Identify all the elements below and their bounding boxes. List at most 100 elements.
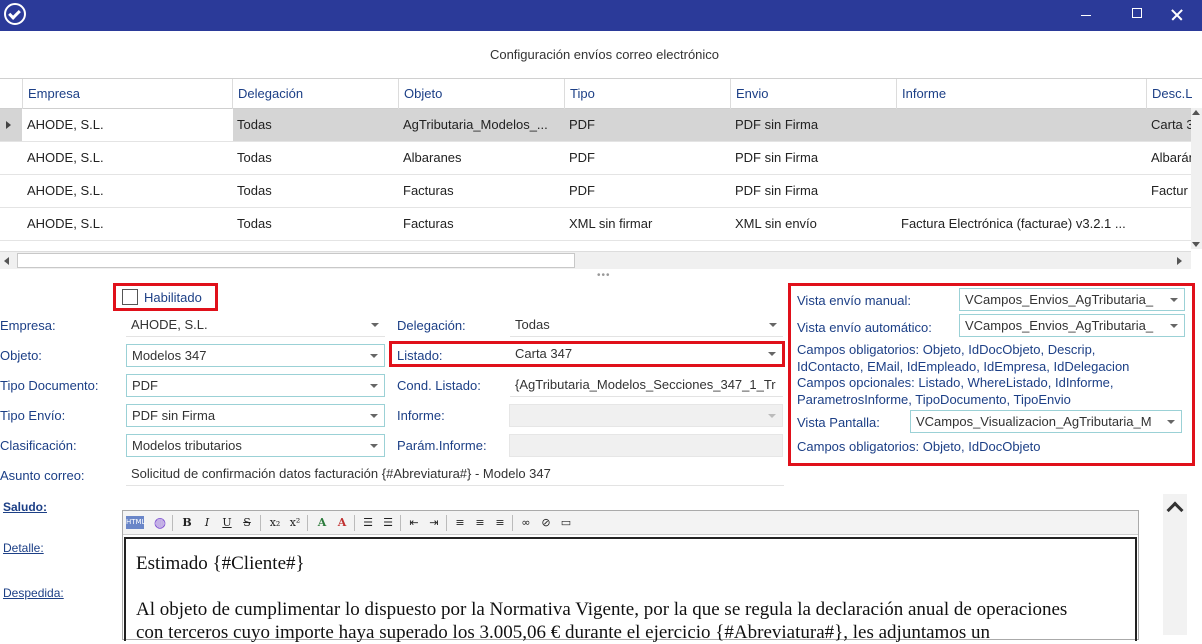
italic-icon[interactable]: I bbox=[198, 514, 216, 532]
column-header-empresa[interactable]: Empresa bbox=[22, 79, 233, 109]
vista-envio-automatico-value: VCampos_Envios_AgTributaria_ bbox=[965, 318, 1154, 333]
empresa-select[interactable]: AHODE, S.L. bbox=[126, 314, 385, 337]
close-button[interactable] bbox=[1156, 0, 1202, 31]
vista-envio-automatico-select[interactable]: VCampos_Envios_AgTributaria_ bbox=[959, 314, 1185, 337]
table-cell[interactable]: Todas bbox=[232, 175, 398, 207]
table-cell[interactable]: Todas bbox=[232, 142, 398, 174]
informe-select[interactable] bbox=[509, 404, 783, 427]
table-cell[interactable]: PDF bbox=[564, 175, 730, 207]
scroll-up-button[interactable] bbox=[1163, 494, 1187, 635]
delegacion-label: Delegación: bbox=[397, 318, 466, 333]
table-cell[interactable]: XML sin firmar bbox=[564, 208, 730, 240]
grid-horizontal-scrollbar[interactable] bbox=[0, 251, 1191, 269]
strikethrough-icon[interactable]: S bbox=[238, 514, 256, 532]
param-informe-field[interactable] bbox=[509, 434, 783, 457]
column-header-tipo[interactable]: Tipo bbox=[564, 79, 730, 109]
column-header-desc-listado[interactable]: Desc.Lis bbox=[1146, 79, 1192, 109]
unlink-icon[interactable]: ⊘ bbox=[537, 514, 555, 532]
table-cell[interactable]: AHODE, S.L. bbox=[22, 109, 233, 141]
listado-select[interactable]: Carta 347 bbox=[510, 344, 782, 364]
bold-icon[interactable]: B bbox=[178, 514, 196, 532]
table-cell[interactable]: AgTributaria_Modelos_... bbox=[398, 109, 564, 141]
rich-text-editor[interactable]: HTML ◍ B I U S x₂ x² A A ☰ ☰ ⇤ ⇥ ≡ ≡ ≡ ∞… bbox=[122, 510, 1139, 643]
table-cell[interactable]: Factur bbox=[1146, 175, 1192, 207]
delegacion-select[interactable]: Todas bbox=[510, 314, 783, 337]
unordered-list-icon[interactable]: ☰ bbox=[379, 514, 397, 532]
scroll-right-icon[interactable] bbox=[1177, 257, 1182, 265]
spellcheck-icon[interactable]: ◍ bbox=[151, 514, 169, 532]
table-cell[interactable]: Factura Electrónica (facturae) v3.2.1 ..… bbox=[896, 208, 1146, 240]
table-cell[interactable]: AHODE, S.L. bbox=[22, 142, 233, 174]
table-cell[interactable]: PDF bbox=[564, 142, 730, 174]
table-cell[interactable] bbox=[896, 175, 1146, 207]
table-cell[interactable]: Carta 3 bbox=[1146, 109, 1192, 141]
scrollbar-thumb[interactable] bbox=[17, 253, 575, 268]
column-header-objeto[interactable]: Objeto bbox=[398, 79, 564, 109]
habilitado-checkbox[interactable] bbox=[122, 289, 138, 305]
saludo-link[interactable]: Saludo: bbox=[3, 500, 47, 514]
ordered-list-icon[interactable]: ☰ bbox=[359, 514, 377, 532]
horizontal-rule-icon[interactable]: ▭ bbox=[557, 514, 575, 532]
column-header-informe[interactable]: Informe bbox=[896, 79, 1146, 109]
superscript-icon[interactable]: x² bbox=[286, 514, 304, 532]
objeto-select[interactable]: Modelos 347 bbox=[126, 344, 385, 367]
tipo-documento-label: Tipo Documento: bbox=[0, 378, 99, 393]
config-grid[interactable]: Empresa Delegación Objeto Tipo Envio Inf… bbox=[0, 78, 1202, 271]
table-cell[interactable]: Albarán bbox=[1146, 142, 1192, 174]
splitter-handle[interactable]: ••• bbox=[597, 270, 611, 281]
highlight-color-icon[interactable]: A bbox=[333, 514, 351, 532]
table-cell[interactable]: Todas bbox=[232, 109, 398, 141]
table-row[interactable]: AHODE, S.L. Todas Facturas XML sin firma… bbox=[0, 208, 1202, 241]
tipo-documento-select[interactable]: PDF bbox=[126, 374, 385, 397]
table-cell[interactable]: PDF bbox=[564, 109, 730, 141]
tipo-envio-select[interactable]: PDF sin Firma bbox=[126, 404, 385, 427]
listado-value: Carta 347 bbox=[515, 346, 573, 361]
cond-listado-field[interactable]: {AgTributaria_Modelos_Secciones_347_1_Tr bbox=[510, 374, 783, 397]
app-logo-icon bbox=[4, 3, 26, 25]
table-cell[interactable]: PDF sin Firma bbox=[730, 109, 896, 141]
table-cell[interactable]: PDF sin Firma bbox=[730, 142, 896, 174]
table-cell[interactable]: PDF sin Firma bbox=[730, 175, 896, 207]
indent-icon[interactable]: ⇥ bbox=[425, 514, 443, 532]
table-cell[interactable] bbox=[896, 109, 1146, 141]
scroll-left-icon[interactable] bbox=[4, 257, 9, 265]
campos-opcionales-line: Campos opcionales: Listado, WhereListado… bbox=[797, 375, 1114, 390]
table-row[interactable]: AHODE, S.L. Todas Albaranes PDF PDF sin … bbox=[0, 142, 1202, 175]
table-cell[interactable] bbox=[896, 142, 1146, 174]
editor-content[interactable]: Estimado {#Cliente#} Al objeto de cumpli… bbox=[124, 537, 1137, 643]
asunto-field[interactable]: Solicitud de confirmación datos facturac… bbox=[126, 463, 784, 486]
table-row[interactable]: AHODE, S.L. Todas AgTributaria_Modelos_.… bbox=[0, 109, 1202, 142]
campos-opcionales-line: ParametrosInforme, TipoDocumento, TipoEn… bbox=[797, 391, 1071, 407]
table-row[interactable]: AHODE, S.L. Todas Facturas PDF PDF sin F… bbox=[0, 175, 1202, 208]
table-cell[interactable]: AHODE, S.L. bbox=[22, 175, 233, 207]
underline-icon[interactable]: U bbox=[218, 514, 236, 532]
vista-pantalla-select[interactable]: VCampos_Visualizacion_AgTributaria_M bbox=[910, 410, 1182, 433]
align-right-icon[interactable]: ≡ bbox=[491, 514, 509, 532]
table-cell[interactable] bbox=[1146, 208, 1192, 240]
link-icon[interactable]: ∞ bbox=[517, 514, 535, 532]
font-color-icon[interactable]: A bbox=[313, 514, 331, 532]
column-header-envio[interactable]: Envio bbox=[730, 79, 896, 109]
detalle-link[interactable]: Detalle: bbox=[3, 541, 44, 555]
table-cell[interactable]: Albaranes bbox=[398, 142, 564, 174]
maximize-button[interactable] bbox=[1113, 0, 1159, 31]
column-header-delegacion[interactable]: Delegación bbox=[232, 79, 398, 109]
grid-vertical-scrollbar[interactable] bbox=[1191, 108, 1202, 249]
despedida-link[interactable]: Despedida: bbox=[3, 586, 64, 600]
align-left-icon[interactable]: ≡ bbox=[451, 514, 469, 532]
table-cell[interactable]: XML sin envío bbox=[730, 208, 896, 240]
empresa-value: AHODE, S.L. bbox=[131, 317, 208, 332]
align-center-icon[interactable]: ≡ bbox=[471, 514, 489, 532]
outdent-icon[interactable]: ⇤ bbox=[405, 514, 423, 532]
table-cell[interactable]: Facturas bbox=[398, 208, 564, 240]
html-source-icon[interactable]: HTML bbox=[126, 516, 145, 529]
clasificacion-select[interactable]: Modelos tributarios bbox=[126, 434, 385, 457]
scroll-up-icon[interactable] bbox=[1192, 110, 1200, 115]
scroll-down-icon[interactable] bbox=[1192, 242, 1200, 247]
subscript-icon[interactable]: x₂ bbox=[266, 514, 284, 532]
table-cell[interactable]: Facturas bbox=[398, 175, 564, 207]
table-cell[interactable]: AHODE, S.L. bbox=[22, 208, 233, 240]
minimize-button[interactable] bbox=[1064, 0, 1110, 31]
vista-envio-manual-select[interactable]: VCampos_Envios_AgTributaria_ bbox=[959, 288, 1185, 311]
table-cell[interactable]: Todas bbox=[232, 208, 398, 240]
